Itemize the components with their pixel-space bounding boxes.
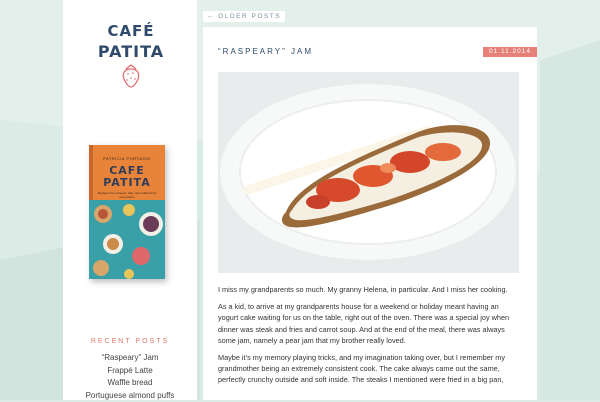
book-food-illustration (89, 200, 165, 279)
strawberry-icon (120, 62, 142, 88)
recent-post-link[interactable]: Waffle bread (63, 377, 197, 390)
post-card: “RASPEARY” JAM 01.11.2014 I miss my gran… (203, 27, 537, 400)
recent-posts-list: “Raspeary” Jam Frappé Latte Waffle bread… (63, 352, 197, 402)
recent-post-link[interactable]: “Raspeary” Jam (63, 352, 197, 365)
older-posts-link[interactable]: ← OLDER POSTS (203, 11, 285, 22)
book-subtitle: Recipes from Greece, Italy, and a little… (95, 191, 159, 199)
post-date-badge: 01.11.2014 (483, 47, 537, 57)
book-author: PATRICIA PORTASIO (89, 156, 165, 161)
post-body: I miss my grandparents so much. My grann… (218, 284, 519, 392)
site-logo[interactable]: CAFÉ PATITA (91, 22, 171, 96)
post-title[interactable]: “RASPEARY” JAM (218, 47, 313, 56)
logo-line-1: CAFÉ (91, 22, 171, 40)
post-paragraph: Maybe it’s my memory playing tricks, and… (218, 352, 519, 386)
post-photo-toast-with-jam (218, 72, 519, 273)
recent-post-link[interactable]: Portuguese almond puffs (63, 390, 197, 402)
logo-line-2: PATITA (91, 42, 171, 61)
post-paragraph: As a kid, to arrive at my grandparents h… (218, 301, 519, 346)
book-title: CAFE PATITA (89, 165, 165, 189)
recent-posts-heading: RECENT POSTS (63, 338, 197, 345)
cookbook-cover[interactable]: PATRICIA PORTASIO CAFE PATITA Recipes fr… (87, 145, 169, 285)
book-cover-image: PATRICIA PORTASIO CAFE PATITA Recipes fr… (89, 145, 165, 279)
post-paragraph: I miss my grandparents so much. My grann… (218, 284, 519, 295)
sidebar: CAFÉ PATITA PATRICIA PORTASIO CAFE PATIT… (63, 0, 197, 400)
book-title-line-2: PATITA (89, 177, 165, 189)
recent-post-link[interactable]: Frappé Latte (63, 365, 197, 378)
